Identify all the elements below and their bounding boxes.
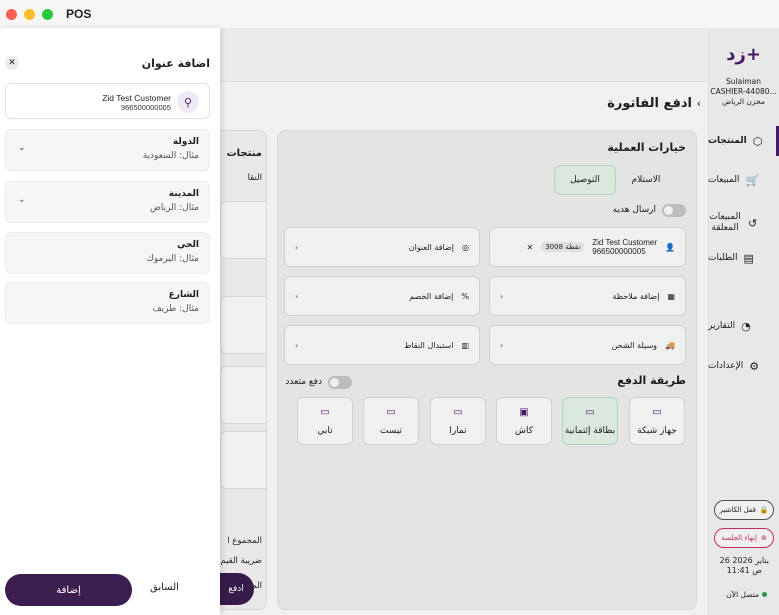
city-placeholder: مثال: الرياض — [149, 203, 199, 213]
country-label: الدولة — [172, 137, 199, 147]
user-icon: ⚲ — [177, 91, 199, 113]
add-address-drawer: ✕ اضافة عنوان ⚲ Zid Test Customer 966500… — [0, 28, 220, 615]
window-titlebar: POS — [0, 0, 779, 28]
country-placeholder: مثال: السعودية — [142, 151, 199, 161]
street-placeholder: مثال: طريف — [152, 304, 199, 314]
district-label: الحي — [176, 240, 199, 250]
drawer-title: اضافة عنوان — [141, 57, 210, 70]
add-button[interactable]: إضافة — [5, 574, 132, 606]
previous-button[interactable]: السابق — [150, 582, 179, 593]
city-select[interactable]: المدينة مثال: الرياض ⌄ — [5, 181, 210, 223]
country-select[interactable]: الدولة مثال: السعودية ⌄ — [5, 129, 210, 171]
close-window-button[interactable] — [6, 8, 17, 20]
district-placeholder: مثال: اليرموك — [146, 254, 199, 264]
chevron-down-icon: ⌄ — [18, 143, 26, 153]
minimize-window-button[interactable] — [24, 8, 35, 20]
street-label: الشارع — [168, 290, 199, 300]
drawer-footer: إضافة السابق — [0, 565, 220, 615]
close-icon[interactable]: ✕ — [5, 56, 19, 70]
street-input[interactable]: الشارع مثال: طريف — [5, 282, 210, 324]
customer-phone: 966500000005 — [120, 103, 171, 112]
city-label: المدينة — [168, 189, 199, 199]
chevron-down-icon: ⌄ — [18, 195, 26, 205]
maximize-window-button[interactable] — [42, 8, 53, 20]
customer-card: ⚲ Zid Test Customer 966500000005 — [5, 83, 210, 119]
drawer-header: ✕ اضافة عنوان — [0, 28, 220, 78]
district-input[interactable]: الحي مثال: اليرموك — [5, 232, 210, 274]
customer-name: Zid Test Customer — [102, 93, 171, 103]
window-title: POS — [66, 7, 92, 21]
